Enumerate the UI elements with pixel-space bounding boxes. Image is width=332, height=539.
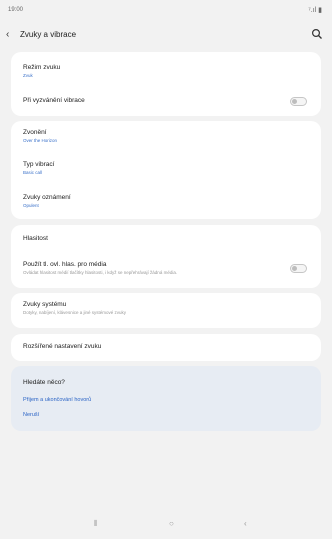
ringtone-label: Zvonění (23, 129, 47, 136)
status-time: 19:00 (8, 7, 24, 13)
vibrate-while-ringing-toggle[interactable] (290, 97, 307, 106)
recents-button[interactable]: ⦀ (94, 519, 98, 529)
home-button[interactable]: ○ (169, 519, 174, 528)
media-volume-keys-label: Použít tl. ovl. hlas. pro média (23, 261, 107, 268)
back-button[interactable]: ‹ (244, 519, 247, 528)
page-title: Zvuky a vibrace (20, 30, 77, 39)
system-sounds-item[interactable]: Zvuky systému Dotyky, nabíjení, klávesni… (23, 301, 309, 315)
media-volume-keys-item[interactable]: Použít tl. ovl. hlas. pro média Ovládat … (23, 261, 281, 275)
system-sounds-desc: Dotyky, nabíjení, klávesnice a jiné syst… (23, 310, 126, 315)
advanced-sound-label: Rozšířené nastavení zvuku (23, 343, 102, 350)
help-heading: Hledáte něco? (23, 379, 65, 386)
vibrate-while-ringing-item[interactable]: Při vyzvánění vibrace (23, 97, 309, 104)
advanced-sound-card: Rozšířené nastavení zvuku (11, 334, 321, 361)
volume-card: Hlasitost Použít tl. ovl. hlas. pro médi… (11, 225, 321, 288)
sound-mode-item[interactable]: Režim zvuku Zvuk (23, 64, 309, 78)
notification-sound-value: Opulent (23, 203, 39, 208)
status-bar: 19:00 ⁷.ıl ▮ (0, 0, 332, 18)
navigation-bar: ⦀ ○ ‹ (0, 507, 332, 539)
looking-for-something-card: Hledáte něco? Přijem a ukončování hovorů… (11, 366, 321, 431)
system-sounds-card: Zvuky systému Dotyky, nabíjení, klávesni… (11, 293, 321, 328)
volume-label: Hlasitost (23, 235, 48, 242)
vibrate-while-ringing-label: Při vyzvánění vibrace (23, 97, 85, 104)
media-volume-keys-desc: Ovládat hlasitost médií tlačítky hlasito… (23, 270, 178, 275)
back-arrow-icon[interactable]: ‹ (6, 29, 9, 40)
ringtone-value: Over the Horizon (23, 138, 58, 143)
volume-item[interactable]: Hlasitost (23, 235, 309, 242)
notification-sound-label: Zvuky oznámení (23, 194, 71, 201)
notification-sound-item[interactable]: Zvuky oznámení Opulent (23, 194, 309, 208)
ringtone-item[interactable]: Zvonění Over the Horizon (23, 129, 309, 143)
sound-mode-label: Režim zvuku (23, 64, 61, 71)
vibration-pattern-value: Basic call (23, 170, 43, 175)
search-icon[interactable] (311, 28, 323, 40)
help-link-calls[interactable]: Přijem a ukončování hovorů (23, 397, 309, 403)
system-sounds-label: Zvuky systému (23, 301, 67, 308)
vibration-pattern-label: Typ vibrací (23, 161, 55, 168)
sound-mode-value: Zvuk (23, 73, 33, 78)
help-link-dnd[interactable]: Neruší (23, 412, 309, 418)
ringtone-card: Zvonění Over the Horizon Typ vibrací Bas… (11, 121, 321, 219)
advanced-sound-item[interactable]: Rozšířené nastavení zvuku (23, 343, 309, 350)
media-volume-keys-toggle[interactable] (290, 264, 307, 273)
vibration-pattern-item[interactable]: Typ vibrací Basic call (23, 161, 309, 175)
sound-mode-card: Režim zvuku Zvuk Při vyzvánění vibrace (11, 52, 321, 116)
app-bar: ‹ Zvuky a vibrace (0, 26, 332, 46)
status-icons: ⁷.ıl ▮ (308, 7, 322, 14)
